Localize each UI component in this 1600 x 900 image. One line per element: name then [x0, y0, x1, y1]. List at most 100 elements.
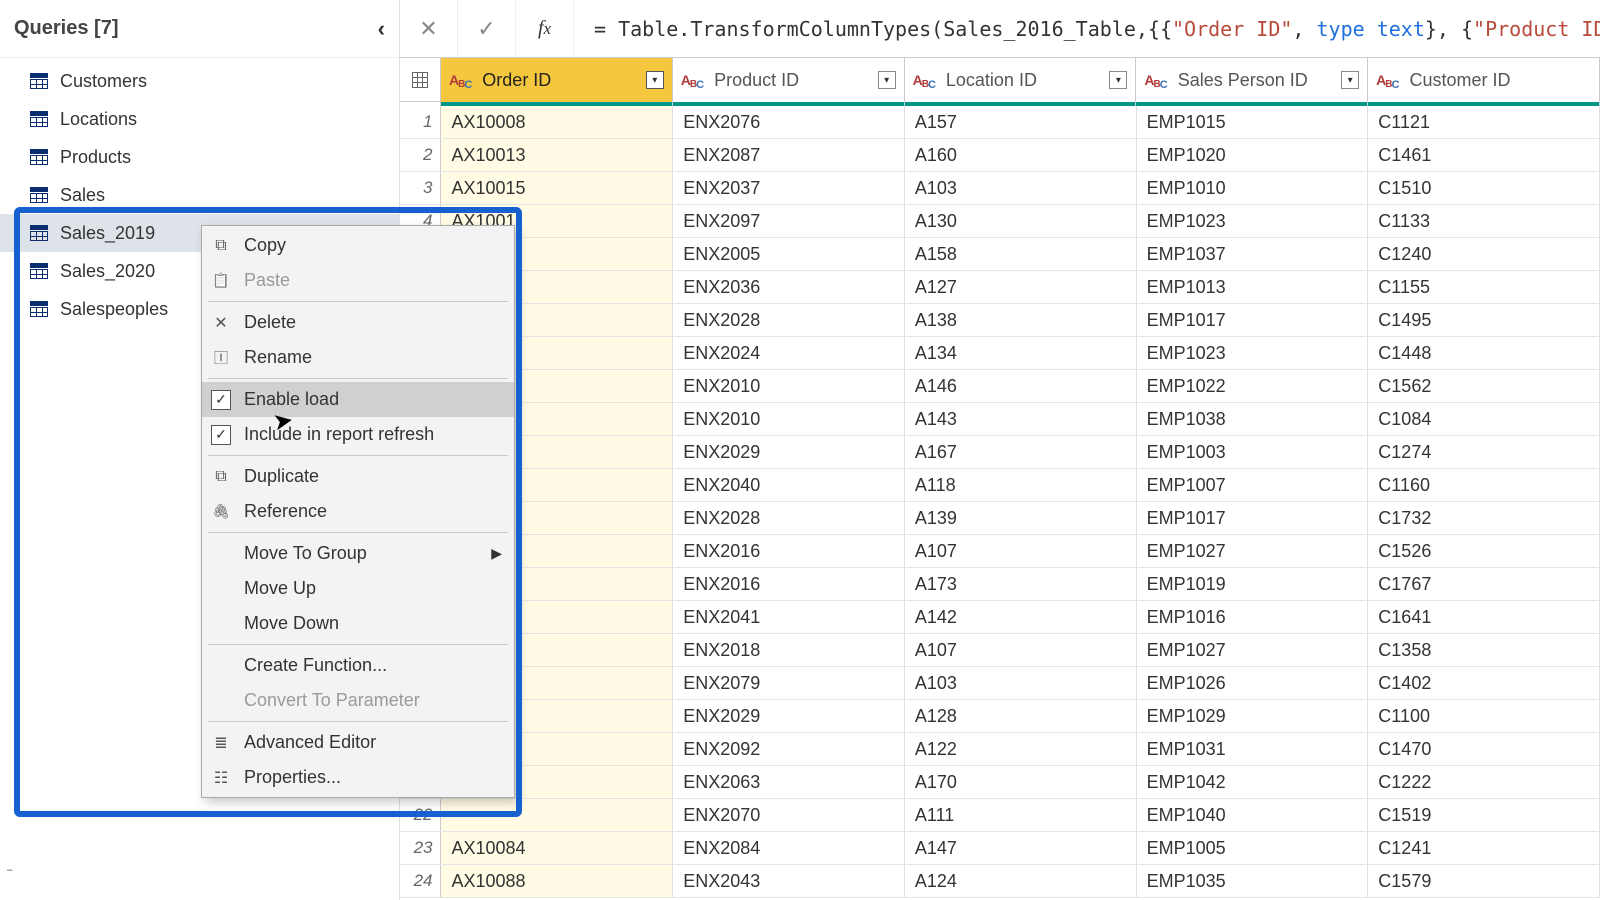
- cell-sales-person-id[interactable]: EMP1027: [1137, 535, 1369, 567]
- cell-customer-id[interactable]: C1579: [1368, 865, 1600, 897]
- cell-customer-id[interactable]: C1562: [1368, 370, 1600, 402]
- table-row[interactable]: 23AX10084ENX2084A147EMP1005C1241: [400, 832, 1600, 865]
- cell-location-id[interactable]: A111: [905, 799, 1137, 831]
- cell-order-id[interactable]: AX10088: [441, 865, 673, 897]
- cell-location-id[interactable]: A143: [905, 403, 1137, 435]
- menu-rename[interactable]: Rename: [202, 340, 514, 375]
- cell-customer-id[interactable]: C1461: [1368, 139, 1600, 171]
- table-row[interactable]: 18ENX2079A103EMP1026C1402: [400, 667, 1600, 700]
- cell-customer-id[interactable]: C1133: [1368, 205, 1600, 237]
- fx-icon[interactable]: fx: [516, 0, 574, 57]
- filter-icon[interactable]: ▾: [878, 71, 896, 89]
- cell-customer-id[interactable]: C1358: [1368, 634, 1600, 666]
- cell-product-id[interactable]: ENX2018: [673, 634, 905, 666]
- cell-customer-id[interactable]: C1155: [1368, 271, 1600, 303]
- cell-location-id[interactable]: A160: [905, 139, 1137, 171]
- table-row[interactable]: 20ENX2092A122EMP1031C1470: [400, 733, 1600, 766]
- table-row[interactable]: 15ENX2016A173EMP1019C1767: [400, 568, 1600, 601]
- cell-product-id[interactable]: ENX2063: [673, 766, 905, 798]
- cell-location-id[interactable]: A130: [905, 205, 1137, 237]
- filter-icon[interactable]: ▾: [1109, 71, 1127, 89]
- cell-customer-id[interactable]: C1100: [1368, 700, 1600, 732]
- cell-order-id[interactable]: AX10084: [441, 832, 673, 864]
- cell-customer-id[interactable]: C1510: [1368, 172, 1600, 204]
- cell-product-id[interactable]: ENX2036: [673, 271, 905, 303]
- menu-advanced-editor[interactable]: Advanced Editor: [202, 725, 514, 760]
- cell-location-id[interactable]: A134: [905, 337, 1137, 369]
- cell-location-id[interactable]: A157: [905, 106, 1137, 138]
- cell-product-id[interactable]: ENX2037: [673, 172, 905, 204]
- table-row[interactable]: 4AX1001ENX2097A130EMP1023C1133: [400, 205, 1600, 238]
- table-row[interactable]: 21ENX2063A170EMP1042C1222: [400, 766, 1600, 799]
- column-header-product-id[interactable]: ABC Product ID ▾: [673, 58, 905, 102]
- query-item-locations[interactable]: Locations: [0, 100, 399, 138]
- cell-product-id[interactable]: ENX2005: [673, 238, 905, 270]
- cell-product-id[interactable]: ENX2016: [673, 568, 905, 600]
- menu-move-up[interactable]: Move Up: [202, 571, 514, 606]
- menu-reference[interactable]: Reference: [202, 494, 514, 529]
- menu-move-to-group[interactable]: Move To Group ▶: [202, 536, 514, 571]
- cell-location-id[interactable]: A128: [905, 700, 1137, 732]
- cell-customer-id[interactable]: C1470: [1368, 733, 1600, 765]
- cell-sales-person-id[interactable]: EMP1017: [1137, 502, 1369, 534]
- cell-location-id[interactable]: A103: [905, 172, 1137, 204]
- cell-customer-id[interactable]: C1495: [1368, 304, 1600, 336]
- cell-location-id[interactable]: A146: [905, 370, 1137, 402]
- row-number-header[interactable]: [400, 58, 441, 101]
- cell-product-id[interactable]: ENX2010: [673, 370, 905, 402]
- cell-product-id[interactable]: ENX2087: [673, 139, 905, 171]
- cell-sales-person-id[interactable]: EMP1023: [1137, 205, 1369, 237]
- table-row[interactable]: 17ENX2018A107EMP1027C1358: [400, 634, 1600, 667]
- menu-enable-load[interactable]: ✓ Enable load: [202, 382, 514, 417]
- collapse-panel-icon[interactable]: ‹: [378, 16, 385, 42]
- menu-move-down[interactable]: Move Down: [202, 606, 514, 641]
- table-row[interactable]: 24AX10088ENX2043A124EMP1035C1579: [400, 865, 1600, 898]
- cell-sales-person-id[interactable]: EMP1037: [1137, 238, 1369, 270]
- cell-product-id[interactable]: ENX2010: [673, 403, 905, 435]
- formula-confirm-button[interactable]: ✓: [458, 0, 516, 57]
- cell-customer-id[interactable]: C1402: [1368, 667, 1600, 699]
- cell-customer-id[interactable]: C1121: [1368, 106, 1600, 138]
- cell-order-id[interactable]: [441, 799, 673, 831]
- cell-sales-person-id[interactable]: EMP1022: [1137, 370, 1369, 402]
- menu-copy[interactable]: Copy: [202, 228, 514, 263]
- cell-product-id[interactable]: ENX2097: [673, 205, 905, 237]
- cell-location-id[interactable]: A167: [905, 436, 1137, 468]
- cell-location-id[interactable]: A139: [905, 502, 1137, 534]
- cell-sales-person-id[interactable]: EMP1017: [1137, 304, 1369, 336]
- filter-icon[interactable]: ▾: [1341, 71, 1359, 89]
- cell-location-id[interactable]: A124: [905, 865, 1137, 897]
- menu-delete[interactable]: Delete: [202, 305, 514, 340]
- column-header-location-id[interactable]: ABC Location ID ▾: [905, 58, 1137, 102]
- cell-sales-person-id[interactable]: EMP1005: [1137, 832, 1369, 864]
- table-row[interactable]: 12ENX2040A118EMP1007C1160: [400, 469, 1600, 502]
- data-grid[interactable]: 1AX10008ENX2076A157EMP1015C11212AX10013E…: [400, 106, 1600, 900]
- table-row[interactable]: 5ENX2005A158EMP1037C1240: [400, 238, 1600, 271]
- cell-location-id[interactable]: A142: [905, 601, 1137, 633]
- cell-order-id[interactable]: AX10015: [441, 172, 673, 204]
- cell-sales-person-id[interactable]: EMP1013: [1137, 271, 1369, 303]
- cell-location-id[interactable]: A118: [905, 469, 1137, 501]
- cell-sales-person-id[interactable]: EMP1027: [1137, 634, 1369, 666]
- column-header-order-id[interactable]: ABC Order ID ▾: [441, 58, 673, 102]
- cell-sales-person-id[interactable]: EMP1020: [1137, 139, 1369, 171]
- menu-duplicate[interactable]: Duplicate: [202, 459, 514, 494]
- cell-product-id[interactable]: ENX2028: [673, 304, 905, 336]
- cell-sales-person-id[interactable]: EMP1040: [1137, 799, 1369, 831]
- table-row[interactable]: 9ENX2010A146EMP1022C1562: [400, 370, 1600, 403]
- cell-location-id[interactable]: A138: [905, 304, 1137, 336]
- cell-product-id[interactable]: ENX2016: [673, 535, 905, 567]
- menu-include-refresh[interactable]: ✓ Include in report refresh: [202, 417, 514, 452]
- cell-product-id[interactable]: ENX2079: [673, 667, 905, 699]
- cell-product-id[interactable]: ENX2043: [673, 865, 905, 897]
- menu-create-function[interactable]: Create Function...: [202, 648, 514, 683]
- cell-location-id[interactable]: A158: [905, 238, 1137, 270]
- table-row[interactable]: 16ENX2041A142EMP1016C1641: [400, 601, 1600, 634]
- cell-location-id[interactable]: A122: [905, 733, 1137, 765]
- cell-sales-person-id[interactable]: EMP1031: [1137, 733, 1369, 765]
- cell-product-id[interactable]: ENX2028: [673, 502, 905, 534]
- cell-customer-id[interactable]: C1160: [1368, 469, 1600, 501]
- cell-sales-person-id[interactable]: EMP1042: [1137, 766, 1369, 798]
- table-row[interactable]: 7ENX2028A138EMP1017C1495: [400, 304, 1600, 337]
- table-row[interactable]: 8ENX2024A134EMP1023C1448: [400, 337, 1600, 370]
